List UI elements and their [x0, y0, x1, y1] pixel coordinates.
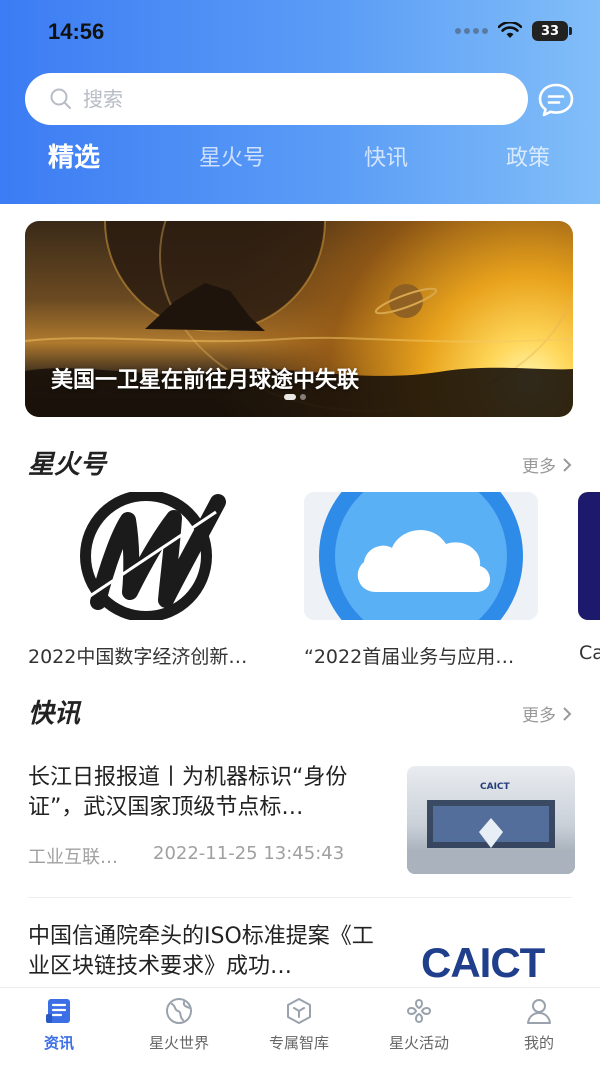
- cloud-logo: [319, 492, 523, 620]
- cube-icon: [287, 998, 311, 1024]
- tabbar-label: 资讯: [43, 1034, 74, 1052]
- stylized-m-logo: [80, 492, 226, 620]
- tabbar-label: 星火活动: [388, 1034, 449, 1052]
- chevron-right-icon: [563, 706, 572, 721]
- search-bar[interactable]: [25, 73, 528, 125]
- xinghuo-card-caption: Ca: [579, 642, 600, 664]
- tabbar-label: 专属智库: [268, 1034, 329, 1052]
- news-item-thumbnail: CAICT: [407, 925, 575, 987]
- tab-xinghuo[interactable]: 星火号: [199, 140, 265, 172]
- divider: [28, 897, 572, 898]
- header: 14:56 33 精选 星火号 快讯 政策: [0, 0, 600, 204]
- xinghuo-card-caption: “2022首届业务与应用…: [304, 646, 515, 668]
- wifi-icon: [498, 22, 522, 38]
- carousel-indicator: [284, 394, 306, 400]
- status-time: 14:56: [48, 19, 105, 44]
- tabbar-item-think-tank[interactable]: 专属智库: [249, 996, 349, 1053]
- tabbar-item-world[interactable]: 星火世界: [129, 996, 229, 1053]
- chevron-right-icon: [563, 457, 572, 472]
- banner-carousel[interactable]: 美国一卫星在前往月球途中失联: [25, 221, 573, 417]
- thumb-logo-text: CAICT: [421, 939, 545, 986]
- xinghuo-card-caption: 2022中国数字经济创新…: [28, 646, 248, 668]
- battery-level: 33: [540, 23, 560, 39]
- banner-title: 美国一卫星在前往月球途中失联: [51, 368, 360, 393]
- xinghuo-card-image[interactable]: [578, 492, 600, 620]
- news-flash-more-link[interactable]: 更多: [522, 701, 572, 726]
- news-icon: [46, 999, 70, 1023]
- activity-icon: [407, 999, 431, 1023]
- more-label: 更多: [522, 706, 556, 726]
- news-item-title: 长江日报报道丨为机器标识“身份证”，武汉国家顶级节点标…: [28, 765, 348, 820]
- news-item-title: 中国信通院牵头的ISO标准提案《工业区块链技术要求》成功…: [28, 924, 374, 979]
- status-icons: 33: [455, 21, 572, 41]
- tabbar-item-news[interactable]: 资讯: [9, 996, 109, 1053]
- tab-news-flash[interactable]: 快讯: [364, 140, 408, 172]
- person-icon: [527, 999, 551, 1024]
- news-item-source: 工业互联…: [28, 847, 118, 868]
- news-item-date: 2022-11-25 13:45:43: [153, 843, 345, 864]
- news-item-thumbnail: CAICT: [407, 766, 575, 874]
- globe-icon: [166, 998, 192, 1024]
- search-input[interactable]: [83, 87, 463, 111]
- battery-icon: 33: [532, 21, 572, 41]
- bottom-tab-bar: 资讯 星火世界 专属智库 星火活动 我的: [0, 987, 600, 1067]
- section-title-news-flash: 快讯: [28, 699, 81, 729]
- tab-featured[interactable]: 精选: [48, 137, 100, 174]
- tabbar-item-activities[interactable]: 星火活动: [369, 996, 469, 1053]
- message-icon[interactable]: [536, 80, 576, 120]
- xinghuo-card-image[interactable]: [304, 492, 538, 620]
- section-title-xinghuo: 星火号: [28, 450, 107, 480]
- more-label: 更多: [522, 457, 556, 477]
- tab-policy[interactable]: 政策: [506, 140, 550, 172]
- signal-icon: [455, 28, 488, 34]
- xinghuo-more-link[interactable]: 更多: [522, 452, 572, 477]
- status-bar: 14:56 33: [0, 0, 600, 64]
- category-tabs: 精选 星火号 快讯 政策: [0, 140, 600, 192]
- tabbar-label: 星火世界: [148, 1034, 209, 1052]
- tabbar-item-profile[interactable]: 我的: [489, 996, 589, 1053]
- search-icon: [50, 88, 71, 109]
- tabbar-label: 我的: [523, 1034, 554, 1052]
- thumb-logo-text: CAICT: [480, 782, 510, 792]
- xinghuo-card-image[interactable]: [28, 492, 264, 620]
